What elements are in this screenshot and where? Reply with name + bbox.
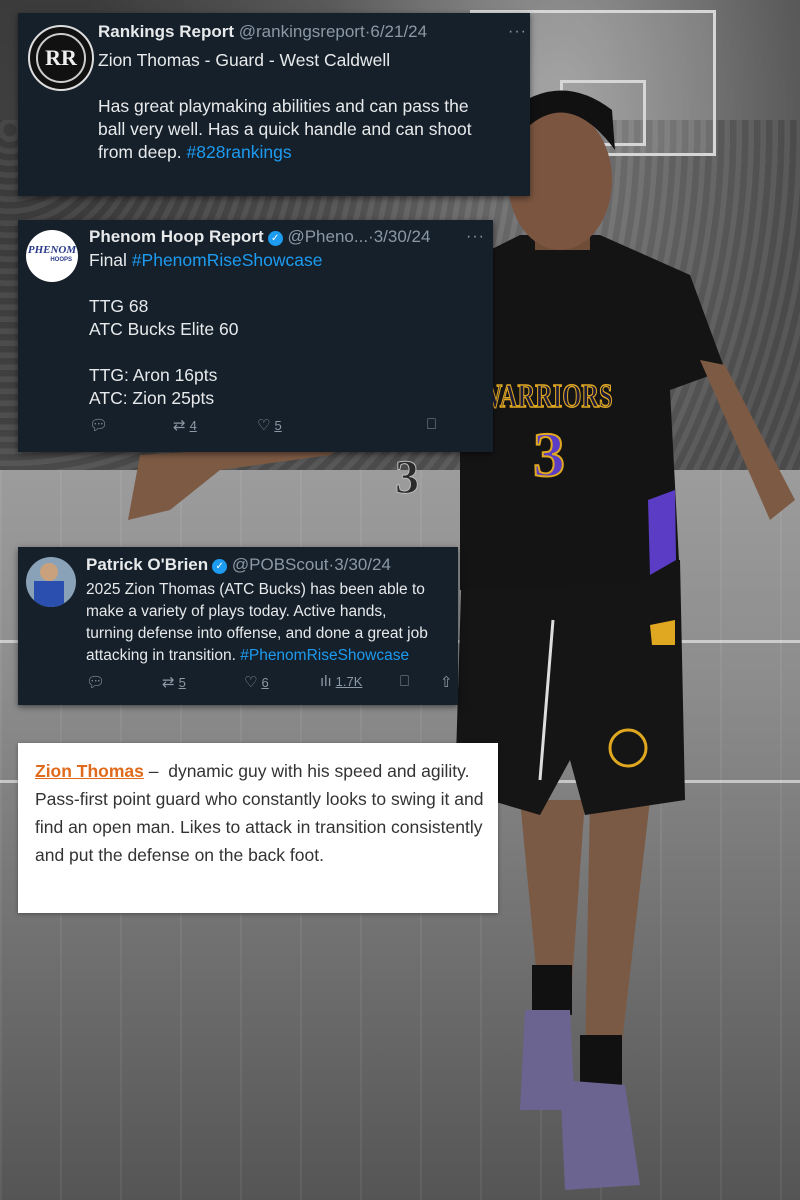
tweet-date[interactable]: 6/21/24 (370, 22, 427, 41)
tweet-line: attacking in transition. (86, 647, 236, 664)
rr-logo-icon[interactable]: RR (28, 25, 94, 91)
tweet-line: Has great playmaking abilities and can p… (98, 96, 469, 116)
more-options-icon[interactable]: ··· (466, 228, 485, 246)
retweet-count: 5 (178, 675, 186, 690)
views-chart-icon: ılı (320, 673, 332, 690)
bookmark-icon: ⎕ (427, 416, 437, 433)
tweet-date[interactable]: 3/30/24 (374, 227, 431, 246)
tweet-line: Zion Thomas - Guard - West Caldwell (98, 50, 391, 70)
tweet-header: Rankings Report @rankingsreport·6/21/24 (98, 22, 428, 41)
tweet-text: Final #PhenomRiseShowcase TTG 68 ATC Buc… (89, 249, 322, 410)
tweet-line: TTG: Aron 16pts (89, 365, 218, 385)
tweet-card-phenom-hoop-report[interactable]: PHENOM HOOPS Phenom Hoop Report ✓ @Pheno.… (18, 220, 493, 452)
reply-icon: 💬︎ (89, 417, 109, 434)
tweet-header: Patrick O'Brien ✓ @POBScout·3/30/24 (86, 555, 391, 574)
retweet-button[interactable]: ⇄ 4 (173, 416, 197, 434)
like-count: 5 (274, 418, 282, 433)
like-count: 6 (261, 675, 269, 690)
author-name[interactable]: Phenom Hoop Report (89, 227, 264, 246)
tweet-line: turning defense into offense, and done a… (86, 625, 428, 642)
tweet-line: TTG 68 (89, 296, 149, 316)
background-jersey-number: 3 (395, 451, 420, 505)
verified-badge-icon: ✓ (267, 231, 283, 246)
author-handle[interactable]: @POBScout (232, 555, 329, 574)
tweet-text: Zion Thomas - Guard - West Caldwell Has … (98, 49, 472, 164)
tweet-text: 2025 Zion Thomas (ATC Bucks) has been ab… (86, 579, 428, 667)
retweet-count: 4 (189, 418, 197, 433)
player-name-link[interactable]: Zion Thomas (35, 761, 144, 781)
phenom-hoops-logo-icon[interactable]: PHENOM HOOPS (26, 230, 78, 282)
tweet-card-rankings-report[interactable]: RR Rankings Report @rankingsreport·6/21/… (18, 13, 530, 196)
bookmark-button[interactable]: ⎕ (427, 416, 440, 433)
author-handle[interactable]: @rankingsreport (239, 22, 365, 41)
tweet-line: ball very well. Has a quick handle and c… (98, 119, 472, 139)
like-button[interactable]: ♡ 5 (257, 416, 282, 434)
avatar-monogram: RR (45, 45, 77, 70)
like-button[interactable]: ♡ 6 (244, 673, 269, 691)
tweet-actions: 💬︎ ⇄ 5 ♡ 6 ılı 1.7K ⎕ ⇧ (86, 673, 456, 693)
tweet-line: Final (89, 250, 127, 270)
retweet-icon: ⇄ (162, 674, 175, 691)
retweet-icon: ⇄ (173, 417, 186, 434)
reply-button[interactable]: 💬︎ (86, 673, 109, 691)
tweet-line: ATC Bucks Elite 60 (89, 319, 239, 339)
retweet-button[interactable]: ⇄ 5 (162, 673, 186, 691)
backboard-square (560, 80, 646, 146)
tweet-actions: 💬︎ ⇄ 4 ♡ 5 ⎕ (89, 416, 479, 436)
author-name[interactable]: Patrick O'Brien (86, 555, 208, 574)
more-options-icon[interactable]: ··· (508, 23, 527, 41)
tweet-line: make a variety of plays today. Active ha… (86, 603, 387, 620)
note-dash: – (143, 761, 169, 781)
reply-icon: 💬︎ (86, 674, 106, 691)
tweet-line: from deep. (98, 142, 182, 162)
share-button[interactable]: ⇧ (440, 673, 457, 691)
author-handle[interactable]: @Pheno... (287, 227, 368, 246)
heart-icon: ♡ (257, 417, 271, 434)
avatar-logo-subtext: HOOPS (50, 257, 72, 263)
bookmark-button[interactable]: ⎕ (400, 673, 413, 690)
share-icon: ⇧ (440, 674, 453, 691)
views-button[interactable]: ılı 1.7K (320, 673, 362, 690)
tweet-date[interactable]: 3/30/24 (334, 555, 391, 574)
profile-photo-icon[interactable] (26, 557, 76, 607)
reply-button[interactable]: 💬︎ (89, 416, 112, 434)
tweet-card-patrick-obrien[interactable]: Patrick O'Brien ✓ @POBScout·3/30/24 2025 … (18, 547, 458, 705)
verified-badge-icon: ✓ (212, 559, 228, 574)
avatar-logo-text: PHENOM (27, 244, 77, 256)
hashtag-link[interactable]: #PhenomRiseShowcase (132, 250, 323, 270)
tweet-line: ATC: Zion 25pts (89, 388, 215, 408)
hashtag-link[interactable]: #PhenomRiseShowcase (240, 647, 409, 664)
bookmark-icon: ⎕ (400, 673, 410, 690)
scouting-note-text: Zion Thomas – dynamic guy with his speed… (35, 757, 490, 869)
tweet-line: 2025 Zion Thomas (ATC Bucks) has been ab… (86, 581, 425, 598)
views-count: 1.7K (335, 674, 363, 689)
hashtag-link[interactable]: #828rankings (187, 142, 292, 162)
heart-icon: ♡ (244, 674, 258, 691)
scouting-note-card: Zion Thomas – dynamic guy with his speed… (18, 743, 498, 913)
tweet-header: Phenom Hoop Report ✓ @Pheno...·3/30/24 (89, 227, 431, 246)
author-name[interactable]: Rankings Report (98, 22, 234, 41)
